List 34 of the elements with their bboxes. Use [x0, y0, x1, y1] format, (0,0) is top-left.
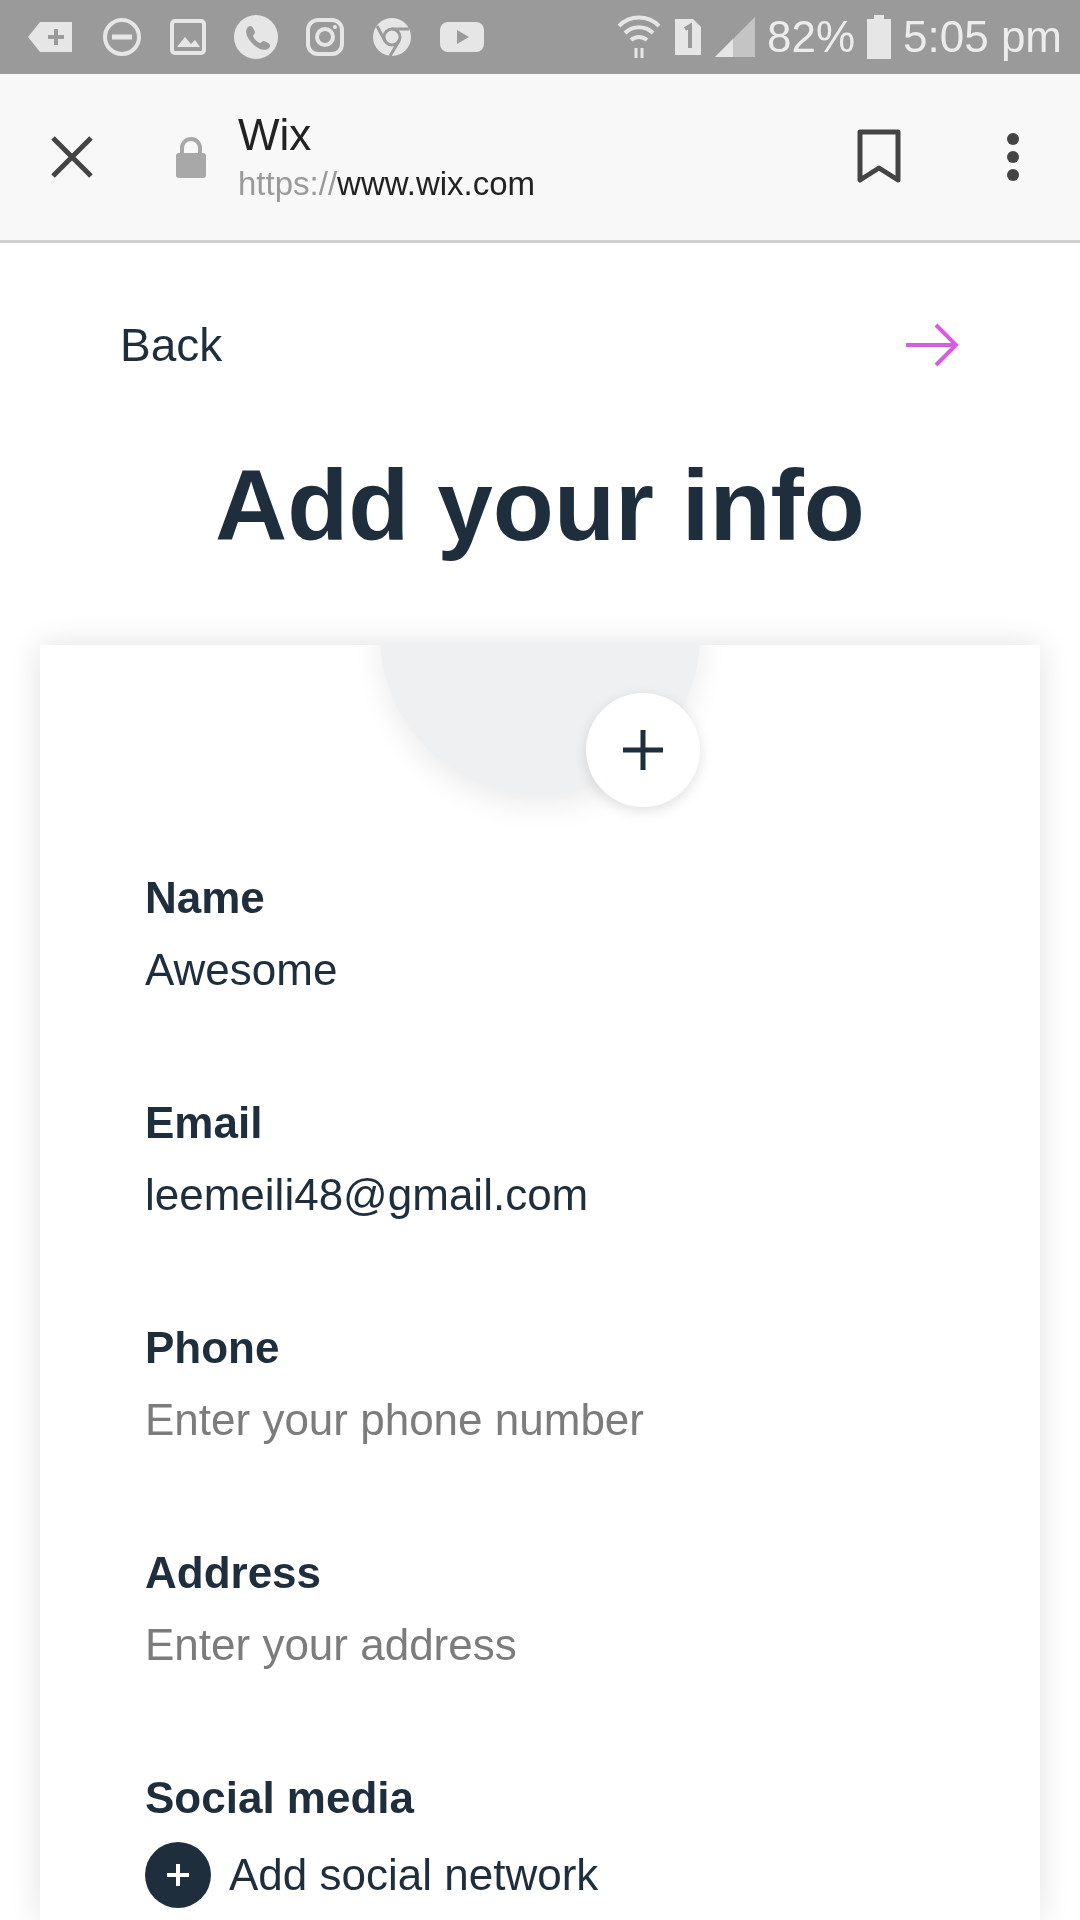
field-label: Address — [145, 1547, 323, 1599]
field-label: Phone — [145, 1322, 281, 1374]
page-url: https://www.wix.com — [238, 164, 537, 204]
do-not-disturb-icon — [102, 17, 142, 57]
input-field[interactable]: Enter your phone number — [145, 1390, 945, 1450]
lock-icon — [174, 136, 208, 178]
tag-plus-icon — [28, 20, 74, 54]
next-arrow-icon[interactable] — [904, 322, 960, 368]
field-label: Email — [145, 1097, 264, 1149]
wifi-icon — [616, 14, 661, 60]
more-icon[interactable] — [1006, 132, 1020, 182]
signal-icon — [714, 17, 755, 57]
plus-circle-icon — [145, 1842, 211, 1908]
clock-time: 5:05 pm — [903, 12, 1062, 62]
input-field[interactable]: leemeili48@gmail.com — [145, 1165, 945, 1225]
image-icon — [170, 19, 206, 55]
section-label: Social media — [145, 1772, 416, 1824]
phone-icon — [234, 15, 278, 59]
add-social-network-button[interactable]: Add social network — [145, 1840, 1040, 1910]
close-icon[interactable] — [50, 135, 94, 179]
sim-icon — [672, 17, 703, 57]
camera-icon — [306, 18, 344, 56]
field-label: Name — [145, 872, 266, 924]
back-link[interactable]: Back — [120, 318, 223, 372]
browser-icon — [372, 17, 412, 57]
plus-icon — [623, 730, 663, 770]
input-field[interactable]: Enter your address — [145, 1615, 945, 1675]
page-heading: Add your info — [214, 448, 866, 563]
bookmark-icon[interactable] — [857, 129, 901, 185]
play-icon — [440, 20, 484, 54]
page-title: Wix — [238, 109, 313, 161]
battery-percent: 82% — [766, 12, 855, 62]
battery-icon — [867, 15, 891, 59]
input-field[interactable]: Awesome — [145, 940, 945, 1000]
